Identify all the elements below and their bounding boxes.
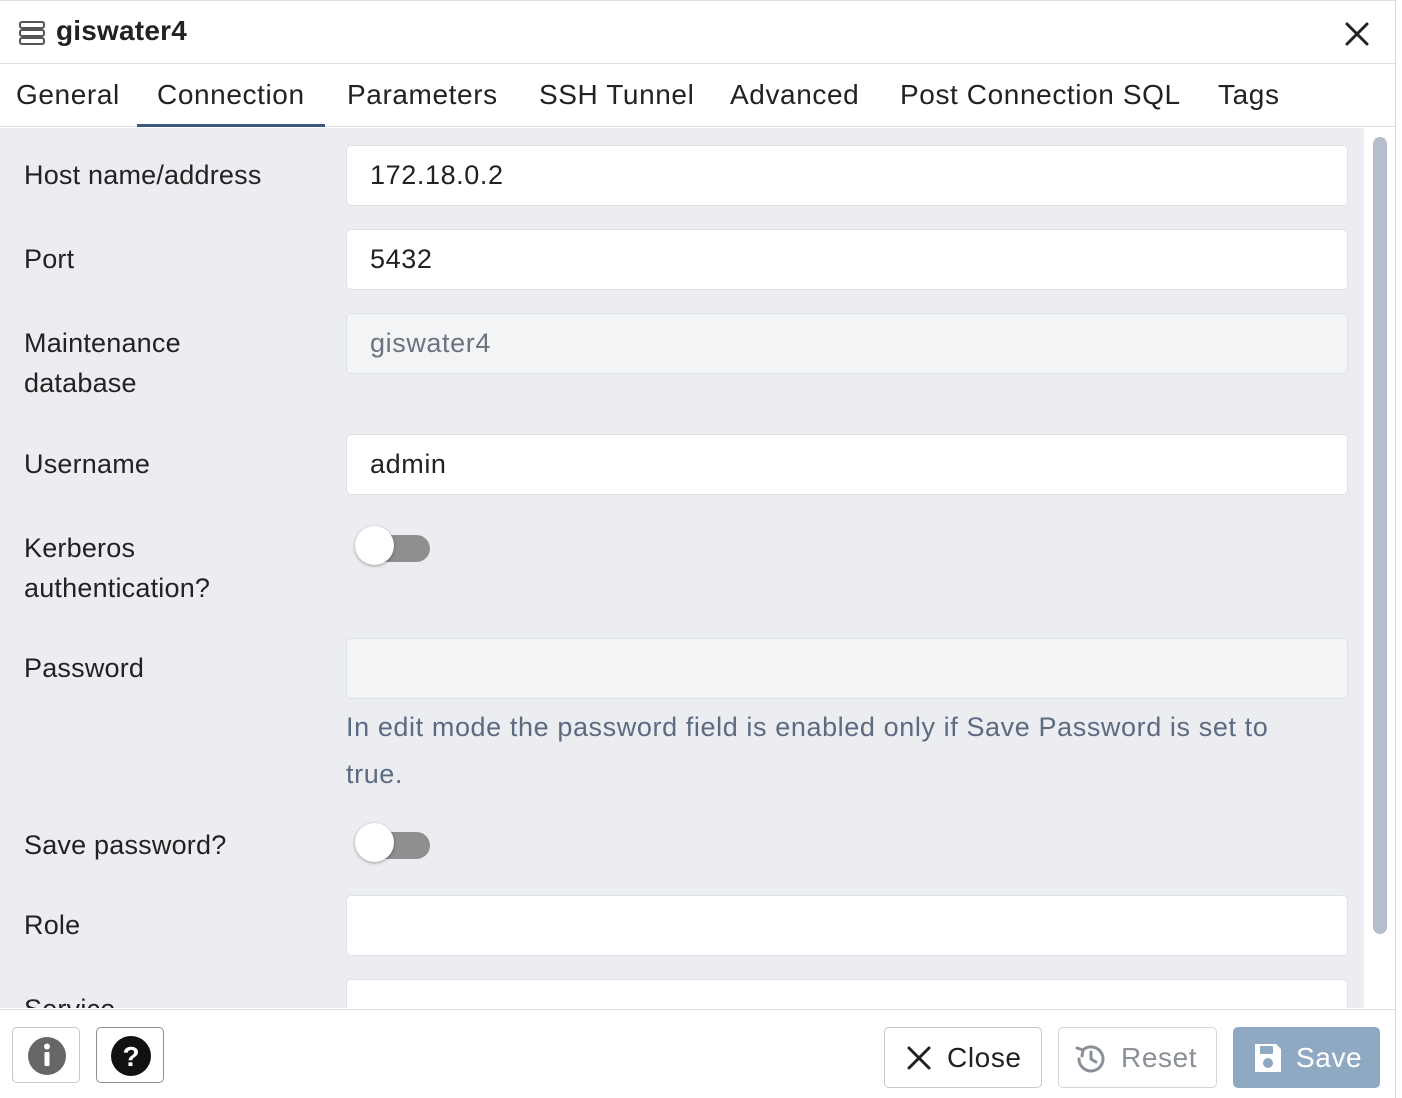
tab-tags[interactable]: Tags (1218, 65, 1280, 127)
tab-parameters[interactable]: Parameters (347, 65, 498, 127)
save-button[interactable]: Save (1233, 1027, 1380, 1088)
maintenance-db-label-line2: database (24, 368, 137, 398)
role-input[interactable] (346, 895, 1348, 956)
close-button-label: Close (947, 1042, 1022, 1073)
username-label: Username (24, 449, 151, 479)
service-input[interactable] (346, 979, 1348, 1008)
save-password-toggle[interactable] (355, 823, 431, 863)
port-label: Port (24, 244, 75, 274)
toggle-knob (355, 823, 394, 862)
info-icon (28, 1037, 66, 1075)
connection-form: Host name/address 172.18.0.2 Port 5432 M… (0, 128, 1364, 1008)
save-button-label: Save (1296, 1042, 1363, 1073)
server-icon (17, 18, 47, 48)
role-label: Role (24, 910, 81, 940)
background-panel-edge (1397, 0, 1402, 1098)
tab-advanced[interactable]: Advanced (730, 65, 859, 127)
kerberos-label-line1: Kerberos (24, 533, 136, 563)
maintenance-db-input: giswater4 (346, 313, 1348, 374)
port-input[interactable]: 5432 (346, 229, 1348, 290)
tab-ssh-tunnel[interactable]: SSH Tunnel (539, 65, 694, 127)
close-icon[interactable] (1340, 17, 1374, 51)
reset-button[interactable]: Reset (1058, 1027, 1217, 1088)
tab-general[interactable]: General (16, 65, 120, 127)
help-button[interactable]: ? (96, 1027, 164, 1083)
password-label: Password (24, 653, 145, 683)
server-dialog: giswater4 General Connection Parameters … (0, 0, 1396, 1098)
tab-connection[interactable]: Connection (137, 65, 325, 127)
reset-button-label: Reset (1121, 1042, 1198, 1073)
tab-post-connection-sql[interactable]: Post Connection SQL (900, 65, 1181, 127)
host-input[interactable]: 172.18.0.2 (346, 145, 1348, 206)
password-hint-line1: In edit mode the password field is enabl… (346, 712, 1269, 742)
reset-icon (1073, 1041, 1109, 1084)
save-password-label: Save password? (24, 830, 227, 860)
password-input (346, 638, 1348, 699)
save-icon (1252, 1041, 1284, 1082)
kerberos-label-line2: authentication? (24, 573, 211, 603)
toggle-knob (355, 526, 394, 565)
svg-text:?: ? (122, 1041, 139, 1072)
tab-bar: General Connection Parameters SSH Tunnel… (0, 65, 1395, 127)
kerberos-toggle[interactable] (355, 526, 431, 566)
dialog-title: giswater4 (56, 15, 187, 46)
close-button[interactable]: Close (884, 1027, 1042, 1088)
close-icon (905, 1044, 933, 1079)
service-label: Service (24, 989, 115, 1008)
password-hint-line2: true. (346, 759, 404, 789)
info-button[interactable] (12, 1027, 80, 1083)
dialog-titlebar[interactable]: giswater4 (0, 0, 1395, 64)
host-label: Host name/address (24, 160, 262, 190)
maintenance-db-label-line1: Maintenance (24, 328, 181, 358)
help-icon: ? (111, 1036, 151, 1076)
dialog-footer: ? Close Reset Save (0, 1009, 1395, 1098)
username-input[interactable]: admin (346, 434, 1348, 495)
form-scrollbar[interactable] (1364, 128, 1395, 1008)
scrollbar-thumb[interactable] (1373, 137, 1387, 934)
